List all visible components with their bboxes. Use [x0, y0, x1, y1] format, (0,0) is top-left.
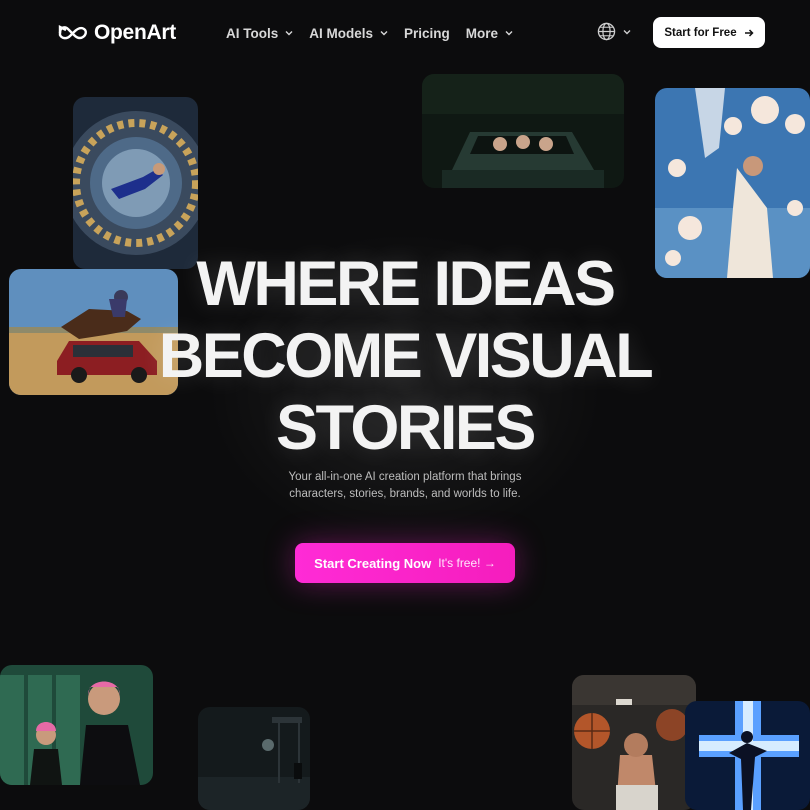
- nav-more[interactable]: More: [466, 26, 513, 41]
- chevron-down-icon: [285, 31, 293, 36]
- chevron-down-icon: [505, 31, 513, 36]
- cross-light-figure-image: [685, 701, 810, 810]
- its-free-label: It's free! →: [438, 556, 496, 570]
- nav-ai-tools-label: AI Tools: [226, 25, 279, 41]
- openart-logo-icon: [58, 25, 87, 40]
- main-nav: AI Tools AI Models Pricing More: [226, 22, 517, 44]
- car-night-image: [422, 74, 624, 188]
- chevron-down-icon: [380, 31, 388, 36]
- nav-ai-tools[interactable]: AI Tools: [226, 26, 293, 41]
- chevron-down-icon: [623, 29, 631, 34]
- hero-title-line-3: STORIES: [276, 393, 536, 463]
- start-creating-now-button[interactable]: Start Creating Now It's free! →: [295, 543, 515, 583]
- globe-icon: [597, 22, 616, 41]
- start-creating-now-label: Start Creating Now: [314, 555, 432, 571]
- basketball-player-image: [572, 675, 696, 810]
- astronaut-floating-image: [73, 97, 198, 269]
- nav-ai-models-label: AI Models: [309, 25, 374, 41]
- brand-name: OpenArt: [94, 21, 176, 44]
- rainy-street-image: [198, 707, 310, 810]
- nav-pricing[interactable]: Pricing: [404, 26, 450, 41]
- nav-more-label: More: [465, 25, 499, 41]
- pink-hair-lockers-image: [0, 665, 153, 785]
- start-for-free-button[interactable]: Start for Free: [653, 17, 765, 48]
- hero-title-line-1: WHERE IDEAS: [196, 249, 616, 319]
- nav-pricing-label: Pricing: [404, 25, 450, 41]
- brand-logo[interactable]: OpenArt: [58, 20, 176, 46]
- language-selector[interactable]: [597, 22, 631, 41]
- arrow-right-icon: [744, 28, 754, 37]
- hero-title: WHERE IDEAS BECOME VISUAL STORIES: [105, 248, 705, 464]
- nav-ai-models[interactable]: AI Models: [309, 26, 388, 41]
- start-for-free-label: Start for Free: [664, 26, 737, 39]
- hero-subtitle: Your all-in-one AI creation platform tha…: [288, 471, 522, 500]
- hero-title-line-2: BECOME VISUAL: [158, 321, 654, 391]
